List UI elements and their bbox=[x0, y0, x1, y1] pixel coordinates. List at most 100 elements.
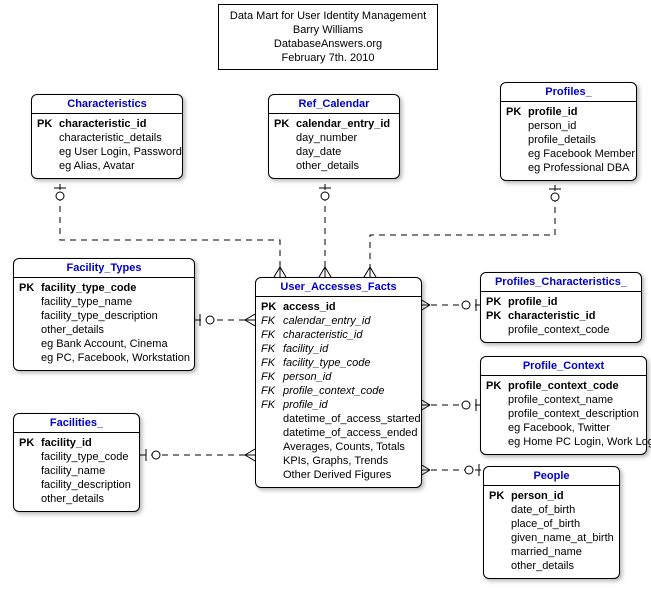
attribute-row: profile_context_description bbox=[486, 407, 641, 421]
entity-facility-types: Facility_Types PKfacility_type_codefacil… bbox=[13, 258, 195, 371]
attribute-row: PK profile_context_code bbox=[486, 379, 641, 393]
key-indicator bbox=[19, 337, 37, 351]
entity-facilities: Facilities_ PKfacility_idfacility_type_c… bbox=[13, 413, 140, 512]
attribute-row: eg Bank Account, Cinema bbox=[19, 337, 189, 351]
attribute-name: characteristic_id bbox=[59, 117, 146, 131]
key-indicator: PK bbox=[506, 105, 524, 119]
attribute-row: Other Derived Figures bbox=[261, 468, 416, 482]
attribute-name: person_id bbox=[528, 119, 576, 133]
attribute-name: place_of_birth bbox=[511, 517, 580, 531]
key-indicator bbox=[261, 426, 279, 440]
key-indicator bbox=[261, 440, 279, 454]
attribute-name: eg Facebook Member bbox=[528, 147, 635, 161]
key-indicator: PK bbox=[489, 489, 507, 503]
key-indicator bbox=[489, 531, 507, 545]
attribute-name: profile_context_description bbox=[508, 407, 639, 421]
header-date: February 7th. 2010 bbox=[229, 51, 427, 65]
attribute-row: FKfacility_id bbox=[261, 342, 416, 356]
attribute-row: FKprofile_id bbox=[261, 398, 416, 412]
attribute-name: eg Bank Account, Cinema bbox=[41, 337, 168, 351]
attribute-name: KPIs, Graphs, Trends bbox=[283, 454, 388, 468]
attribute-name: datetime_of_access_started bbox=[283, 412, 421, 426]
attribute-name: eg User Login, Password bbox=[59, 145, 182, 159]
attribute-row: PKaccess_id bbox=[261, 300, 416, 314]
attribute-row: PK characteristic_id bbox=[37, 117, 177, 131]
attribute-name: facility_type_name bbox=[41, 295, 132, 309]
attribute-row: other_details bbox=[19, 492, 134, 506]
key-indicator bbox=[489, 517, 507, 531]
key-indicator: PK bbox=[486, 379, 504, 393]
attribute-name: other_details bbox=[296, 159, 359, 173]
attribute-row: day_number bbox=[274, 131, 394, 145]
attribute-row: PKperson_id bbox=[489, 489, 614, 503]
attribute-row: day_date bbox=[274, 145, 394, 159]
entity-people: People PKperson_iddate_of_birthplace_of_… bbox=[483, 466, 620, 579]
key-indicator bbox=[37, 131, 55, 145]
key-indicator bbox=[506, 147, 524, 161]
attribute-row: eg Professional DBA bbox=[506, 161, 631, 175]
key-indicator: PK bbox=[486, 295, 504, 309]
key-indicator bbox=[19, 309, 37, 323]
attribute-name: facility_type_description bbox=[41, 309, 158, 323]
key-indicator bbox=[506, 161, 524, 175]
attribute-row: eg Home PC Login, Work Login bbox=[486, 435, 641, 449]
attribute-row: facility_type_name bbox=[19, 295, 189, 309]
entity-body: PK profile_idperson_idprofile_detailseg F… bbox=[501, 102, 636, 180]
entity-body: PKaccess_idFKcalendar_entry_idFKcharacte… bbox=[256, 297, 421, 487]
entity-body: PKcalendar_entry_idday_numberday_dateoth… bbox=[269, 114, 399, 178]
attribute-name: facility_type_code bbox=[41, 450, 128, 464]
attribute-name: day_number bbox=[296, 131, 357, 145]
attribute-row: eg User Login, Password bbox=[37, 145, 177, 159]
attribute-name: married_name bbox=[511, 545, 582, 559]
attribute-name: profile_details bbox=[528, 133, 596, 147]
key-indicator bbox=[489, 559, 507, 573]
entity-body: PKfacility_idfacility_type_codefacility_… bbox=[14, 433, 139, 511]
attribute-name: Averages, Counts, Totals bbox=[283, 440, 405, 454]
key-indicator bbox=[486, 407, 504, 421]
attribute-name: datetime_of_access_ended bbox=[283, 426, 418, 440]
attribute-row: profile_context_name bbox=[486, 393, 641, 407]
attribute-name: profile_id bbox=[528, 105, 578, 119]
entity-title: Ref_Calendar bbox=[269, 95, 399, 114]
key-indicator: FK bbox=[261, 370, 279, 384]
key-indicator bbox=[274, 145, 292, 159]
attribute-row: profile_context_code bbox=[486, 323, 636, 337]
attribute-name: profile_context_code bbox=[508, 379, 619, 393]
attribute-name: eg Alias, Avatar bbox=[59, 159, 135, 173]
attribute-row: PKcharacteristic_id bbox=[486, 309, 636, 323]
attribute-name: profile_id bbox=[283, 398, 328, 412]
attribute-row: other_details bbox=[19, 323, 189, 337]
key-indicator bbox=[489, 503, 507, 517]
attribute-name: other_details bbox=[41, 323, 104, 337]
key-indicator bbox=[37, 145, 55, 159]
entity-body: PKfacility_type_codefacility_type_namefa… bbox=[14, 278, 194, 370]
attribute-row: PKcalendar_entry_id bbox=[274, 117, 394, 131]
erd-canvas: Data Mart for User Identity Management B… bbox=[0, 0, 651, 591]
attribute-row: FKprofile_context_code bbox=[261, 384, 416, 398]
attribute-name: person_id bbox=[283, 370, 331, 384]
entity-body: PK profile_idPKcharacteristic_idprofile_c… bbox=[481, 292, 641, 342]
entity-title: Characteristics bbox=[32, 95, 182, 114]
diagram-header: Data Mart for User Identity Management B… bbox=[218, 4, 438, 70]
entity-title: Profiles_ bbox=[501, 83, 636, 102]
attribute-row: FK person_id bbox=[261, 370, 416, 384]
key-indicator: PK bbox=[37, 117, 55, 131]
attribute-row: facility_name bbox=[19, 464, 134, 478]
attribute-row: person_id bbox=[506, 119, 631, 133]
key-indicator bbox=[489, 545, 507, 559]
entity-title: Profiles_Characteristics_ bbox=[481, 273, 641, 292]
attribute-row: place_of_birth bbox=[489, 517, 614, 531]
attribute-name: given_name_at_birth bbox=[511, 531, 614, 545]
attribute-name: characteristic_id bbox=[508, 309, 595, 323]
attribute-name: profile_id bbox=[508, 295, 558, 309]
key-indicator: FK bbox=[261, 314, 279, 328]
key-indicator bbox=[506, 119, 524, 133]
key-indicator: FK bbox=[261, 356, 279, 370]
attribute-name: Other Derived Figures bbox=[283, 468, 391, 482]
attribute-name: facility_name bbox=[41, 464, 105, 478]
key-indicator bbox=[37, 159, 55, 173]
attribute-row: other_details bbox=[274, 159, 394, 173]
entity-ref-calendar: Ref_Calendar PKcalendar_entry_idday_numb… bbox=[268, 94, 400, 179]
attribute-name: profile_context_code bbox=[283, 384, 385, 398]
key-indicator: FK bbox=[261, 342, 279, 356]
